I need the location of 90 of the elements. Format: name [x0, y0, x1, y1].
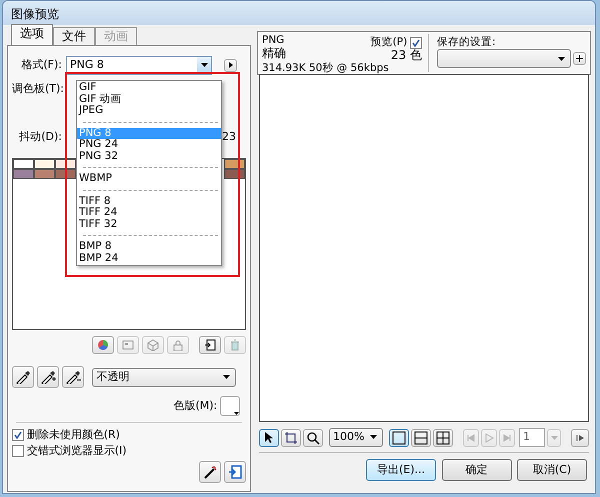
format-name: PNG: [262, 34, 286, 47]
field-label: 色版(M):: [173, 398, 218, 414]
quality-label: 精确: [262, 47, 286, 60]
menu-item[interactable]: BMP 24: [77, 252, 221, 264]
color-wheel-icon: [97, 339, 110, 351]
caret-icon: [223, 374, 230, 379]
play-icon: [228, 62, 232, 68]
caret-icon: [200, 63, 208, 67]
caret-icon: [558, 56, 565, 61]
tool-button[interactable]: [281, 428, 301, 446]
new-item-icon: [204, 339, 216, 351]
color-count: 23: [222, 128, 236, 145]
view-button[interactable]: [433, 428, 453, 446]
split-view-icon: [414, 430, 428, 444]
play-icon: [484, 432, 494, 442]
menu-item[interactable]: TIFF 24: [77, 207, 221, 218]
window-title: 图像预览: [3, 1, 595, 25]
search-icon: [306, 430, 320, 444]
view-button[interactable]: [389, 428, 409, 446]
menu-item[interactable]: PNG 32: [77, 150, 221, 162]
transparency-dropdown[interactable]: 不透明: [92, 368, 236, 386]
dialog-button[interactable]: 取消(C): [517, 459, 587, 481]
checkbox-label: 交错式浏览器显示(I): [26, 442, 127, 459]
field-label: 格式(F):: [20, 56, 62, 73]
tool-button[interactable]: [199, 336, 222, 354]
eyedropper-icon: [15, 370, 31, 384]
add-button[interactable]: [573, 52, 586, 65]
color-swatch[interactable]: [13, 169, 34, 179]
field-label: 调色板(T):: [12, 80, 62, 97]
color-swatch[interactable]: [224, 169, 245, 179]
menu-item[interactable]: TIFF 8: [77, 196, 221, 207]
tool-button[interactable]: [259, 428, 279, 446]
magic-wand-icon: [203, 465, 218, 479]
first-frame-icon: [466, 432, 476, 442]
tab[interactable]: 文件: [53, 27, 95, 45]
eyedropper-button[interactable]: [12, 366, 34, 388]
color-swatch[interactable]: [34, 169, 55, 179]
color-count: 23 色: [390, 49, 422, 62]
menu-item[interactable]: WBMP: [77, 173, 221, 184]
eyedropper-button[interactable]: [62, 366, 84, 388]
eyedropper-button[interactable]: [36, 366, 59, 388]
eyedropper-icon: [40, 370, 56, 384]
view-button[interactable]: [411, 428, 431, 446]
color-swatch[interactable]: [55, 159, 76, 169]
frame-field[interactable]: 1: [519, 428, 545, 447]
color-swatch[interactable]: [13, 159, 34, 169]
expand-button[interactable]: [224, 58, 237, 72]
checkbox-label: 删除未使用颜色(R): [26, 426, 120, 443]
single-view-icon: [392, 430, 406, 444]
field-label: 保存的设置:: [436, 36, 496, 49]
eyedropper-icon: [64, 370, 80, 384]
menu-item[interactable]: BMP 8: [77, 241, 221, 252]
tab[interactable]: 选项: [11, 24, 53, 45]
pointer-icon: [262, 430, 276, 444]
convert-button[interactable]: [224, 461, 246, 483]
next-button[interactable]: [571, 428, 589, 446]
file-size: 314.93K 50秒 @ 56kbps: [262, 62, 389, 75]
caret-icon: [370, 435, 377, 440]
preview-checkbox[interactable]: [410, 36, 422, 48]
lock-icon: [172, 339, 184, 351]
tool-button[interactable]: [303, 428, 323, 446]
crop-icon: [284, 430, 298, 444]
convert-icon: [228, 465, 242, 479]
optimize-button[interactable]: [199, 461, 222, 483]
menu-item[interactable]: JPEG: [77, 105, 221, 116]
matte-color-button[interactable]: [220, 396, 240, 416]
menu-item[interactable]: GIF 动画: [77, 94, 221, 105]
check-icon: [410, 38, 421, 48]
menu-item[interactable]: PNG 24: [77, 139, 221, 150]
field-label: 抖动(D):: [18, 128, 62, 145]
cube-icon: [146, 339, 159, 351]
step-forward-icon: [575, 432, 585, 442]
caret-icon: [234, 412, 239, 415]
checkbox-label: 预览(P): [370, 36, 408, 49]
checkbox[interactable]: [12, 429, 24, 441]
zoom-dropdown[interactable]: 100%: [329, 428, 383, 447]
color-swatch[interactable]: [224, 159, 245, 169]
color-swatch[interactable]: [34, 159, 55, 169]
caret-icon: [550, 436, 558, 440]
checkbox[interactable]: [12, 445, 24, 457]
menu-item[interactable]: TIFF 32: [77, 218, 221, 230]
dialog-button[interactable]: 确定: [442, 459, 512, 481]
quad-view-icon: [436, 430, 450, 444]
menu-item[interactable]: GIF: [77, 82, 221, 94]
dialog-button[interactable]: 导出(E)...: [366, 459, 436, 481]
color-swatch[interactable]: [55, 169, 76, 179]
plus-icon: [576, 55, 584, 62]
last-frame-icon: [502, 432, 512, 442]
check-icon: [13, 430, 23, 440]
trash-icon: [229, 339, 241, 351]
